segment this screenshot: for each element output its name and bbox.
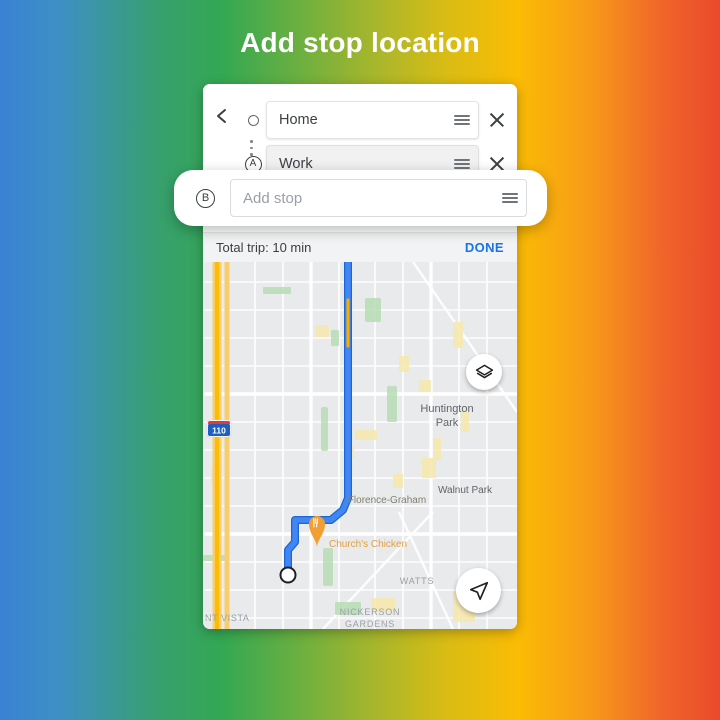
svg-text:Walnut Park: Walnut Park: [438, 485, 493, 496]
phone-panel: Home A Work Total trip: 10 min DONE 110 …: [203, 84, 517, 629]
origin-circle-icon: [240, 114, 266, 126]
origin-input[interactable]: Home: [266, 101, 479, 139]
svg-text:Park: Park: [436, 417, 459, 429]
highway-shield-110: 110: [206, 419, 232, 438]
my-location-button[interactable]: [456, 568, 501, 613]
add-stop-placeholder: Add stop: [243, 189, 303, 207]
page-title: Add stop location: [240, 27, 480, 58]
map-layers-button[interactable]: [466, 354, 502, 390]
map-view[interactable]: 110 Huntington Park Walnut Park Florence…: [203, 262, 517, 629]
svg-text:GARDENS: GARDENS: [345, 619, 395, 629]
add-stop-input[interactable]: Add stop: [230, 179, 527, 217]
drag-handle-icon[interactable]: [454, 159, 470, 169]
svg-text:Church's Chicken: Church's Chicken: [329, 539, 407, 550]
svg-text:NT VISTA: NT VISTA: [205, 613, 249, 623]
origin-value: Home: [279, 112, 318, 128]
back-chevron-icon[interactable]: [214, 108, 230, 124]
add-stop-card[interactable]: B Add stop: [174, 170, 547, 226]
svg-text:NICKERSON: NICKERSON: [340, 607, 401, 617]
drag-handle-icon[interactable]: [502, 193, 518, 203]
svg-text:Florence-Graham: Florence-Graham: [348, 495, 426, 506]
svg-text:Huntington: Huntington: [420, 403, 473, 415]
svg-text:110: 110: [212, 426, 226, 436]
total-trip-label: Total trip: 10 min: [216, 240, 312, 255]
drag-handle-icon[interactable]: [454, 115, 470, 125]
trip-summary-bar: Total trip: 10 min DONE: [203, 232, 517, 262]
done-button[interactable]: DONE: [465, 240, 504, 255]
svg-text:WATTS: WATTS: [400, 576, 435, 586]
destination-circle-icon: [279, 566, 297, 584]
route-row-origin: Home: [240, 101, 509, 139]
navigation-arrow-icon: [468, 580, 490, 602]
layers-icon: [475, 363, 494, 382]
remove-origin-button[interactable]: [485, 108, 509, 132]
waypoint-b-letter: B: [196, 188, 215, 208]
